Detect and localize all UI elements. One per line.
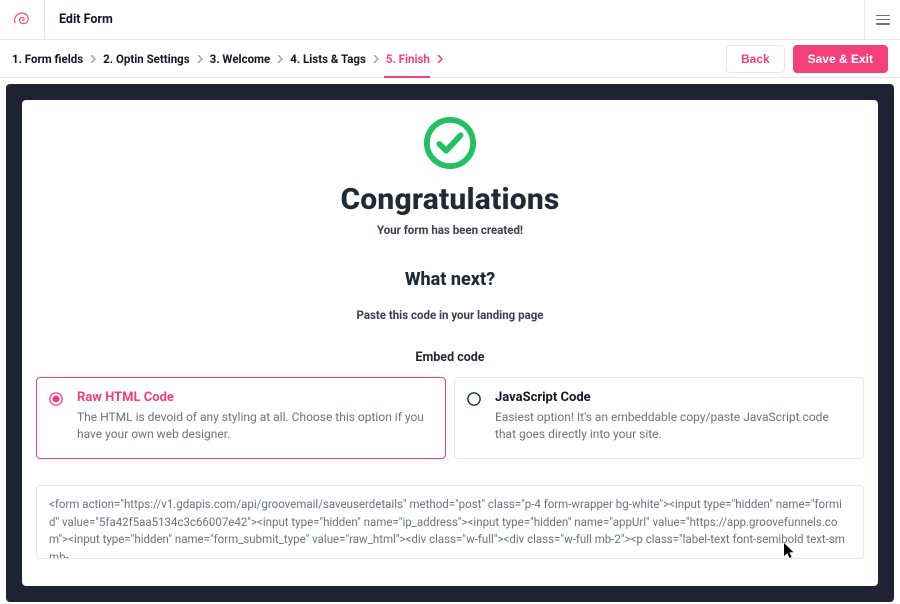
option-description: The HTML is devoid of any styling at all… bbox=[77, 409, 431, 444]
finish-card: Congratulations Your form has been creat… bbox=[22, 100, 878, 586]
top-bar: Edit Form bbox=[0, 0, 900, 40]
chevron-right-icon bbox=[372, 55, 380, 63]
breadcrumb-label: 4. Lists & Tags bbox=[290, 52, 366, 66]
hamburger-icon bbox=[876, 15, 890, 25]
breadcrumb-label: 1. Form fields bbox=[12, 52, 83, 66]
save-exit-button[interactable]: Save & Exit bbox=[793, 45, 888, 73]
option-raw-html[interactable]: Raw HTML Code The HTML is devoid of any … bbox=[36, 377, 446, 459]
embed-code-box[interactable]: <form action="https://v1.gdapis.com/api/… bbox=[36, 485, 864, 559]
option-title: Raw HTML Code bbox=[77, 390, 431, 405]
breadcrumb-step-finish[interactable]: 5. Finish bbox=[386, 52, 444, 66]
chevron-right-icon bbox=[276, 55, 284, 63]
breadcrumb-step-welcome[interactable]: 3. Welcome bbox=[210, 52, 285, 66]
back-button[interactable]: Back bbox=[726, 45, 785, 73]
embed-options: Raw HTML Code The HTML is devoid of any … bbox=[36, 377, 864, 459]
breadcrumb-label: 2. Optin Settings bbox=[103, 52, 189, 66]
page-title: Edit Form bbox=[45, 12, 113, 27]
breadcrumb-step-optin-settings[interactable]: 2. Optin Settings bbox=[103, 52, 203, 66]
what-next-heading: What next? bbox=[36, 269, 864, 290]
radio-selected-icon bbox=[49, 392, 63, 406]
radio-unselected-icon bbox=[467, 392, 481, 406]
groove-logo-icon bbox=[13, 11, 31, 29]
breadcrumb-bar: 1. Form fields 2. Optin Settings 3. Welc… bbox=[0, 40, 900, 78]
success-check-icon bbox=[423, 116, 477, 170]
breadcrumb-label: 5. Finish bbox=[386, 52, 430, 66]
congrats-heading: Congratulations bbox=[36, 182, 864, 217]
app-logo[interactable] bbox=[0, 0, 45, 40]
breadcrumb-step-form-fields[interactable]: 1. Form fields bbox=[12, 52, 97, 66]
breadcrumb: 1. Form fields 2. Optin Settings 3. Welc… bbox=[12, 52, 444, 66]
chevron-right-icon bbox=[196, 55, 204, 63]
congrats-subtitle: Your form has been created! bbox=[36, 223, 864, 237]
chevron-right-icon bbox=[436, 55, 444, 63]
option-javascript[interactable]: JavaScript Code Easiest option! It's an … bbox=[454, 377, 864, 459]
breadcrumb-step-lists-tags[interactable]: 4. Lists & Tags bbox=[290, 52, 380, 66]
menu-button[interactable] bbox=[864, 0, 900, 40]
chevron-right-icon bbox=[89, 55, 97, 63]
option-description: Easiest option! It's an embeddable copy/… bbox=[495, 409, 849, 444]
paste-hint: Paste this code in your landing page bbox=[36, 308, 864, 322]
embed-code-label: Embed code bbox=[36, 350, 864, 365]
option-title: JavaScript Code bbox=[495, 390, 849, 405]
content-frame: Congratulations Your form has been creat… bbox=[6, 84, 894, 602]
breadcrumb-label: 3. Welcome bbox=[210, 52, 271, 66]
